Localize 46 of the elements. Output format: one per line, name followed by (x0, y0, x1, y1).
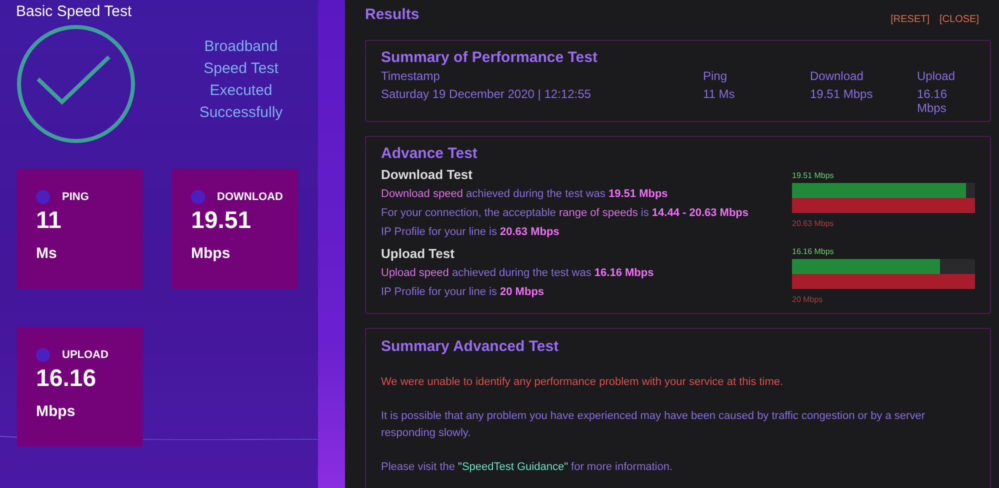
result-text: IP Profile for your line is 20 Mbps (381, 285, 546, 300)
metric-unit: Mbps (36, 403, 76, 420)
status-text: Executed (210, 81, 272, 101)
column-value: 16.16 Mbps (917, 87, 948, 115)
column-label: Timestamp (381, 69, 441, 83)
column-label: Upload (917, 69, 956, 83)
column-value: 19.51 Mbps (810, 87, 874, 103)
card-title: Summary of Performance Test (381, 49, 598, 66)
info-text: It is possible that any problem you have experienced may have been caused by traffic congestion or by a server responding slowly. (381, 409, 926, 441)
metric-value: 16.16 (36, 365, 96, 393)
check-circle-icon (16, 24, 136, 144)
speed-label: 16.16 Mbps (792, 247, 834, 256)
metric-value: 11 (36, 207, 62, 235)
metric-unit: Mbps (191, 245, 230, 262)
profile-label: 20 Mbps (792, 295, 823, 304)
result-text: Download speed achieved during the test was 19.51 Mbps (381, 187, 669, 202)
results-title: Results (365, 6, 420, 23)
card-title: Advance Test (381, 145, 478, 162)
section-heading: Upload Test (381, 246, 454, 261)
status-text: Broadband (204, 37, 278, 57)
dot-icon (191, 190, 205, 204)
column-label: Ping (703, 69, 728, 83)
column-value: 11 Ms (703, 87, 736, 103)
section-heading: Download Test (381, 167, 472, 182)
metric-label: DOWNLOAD (217, 191, 283, 203)
status-text: Successfully (199, 103, 283, 123)
alert-message: We were unable to identify any performance problem with your service at this time. (381, 375, 784, 390)
metric-value: 19.51 (191, 207, 252, 235)
metric-label: UPLOAD (62, 349, 108, 361)
result-text: Upload speed achieved during the test was 16.16 Mbps (381, 266, 655, 281)
column-label: Download (810, 69, 864, 83)
status-text: Speed Test (204, 59, 278, 79)
result-text: IP Profile for your line is 20.63 Mbps (381, 225, 560, 240)
metric-unit: Ms (36, 245, 57, 262)
metric-label: PING (62, 191, 89, 203)
action-link[interactable]: [RESET] (890, 14, 930, 25)
info-text: Please visit the "SpeedTest Guidance" for more information. (381, 460, 674, 475)
card-title: Summary Advanced Test (381, 338, 559, 355)
speed-label: 19.51 Mbps (792, 171, 834, 180)
action-link[interactable]: [CLOSE] (940, 14, 979, 25)
column-value: Saturday 19 December 2020 | 12:12:55 (381, 87, 592, 103)
result-text: For your connection, the acceptable range of speeds is 14.44 - 20.63 Mbps (381, 206, 749, 221)
dot-icon (36, 348, 50, 362)
dot-icon (36, 190, 50, 204)
panel-title: Basic Speed Test (16, 3, 132, 20)
profile-label: 20.63 Mbps (792, 219, 834, 228)
